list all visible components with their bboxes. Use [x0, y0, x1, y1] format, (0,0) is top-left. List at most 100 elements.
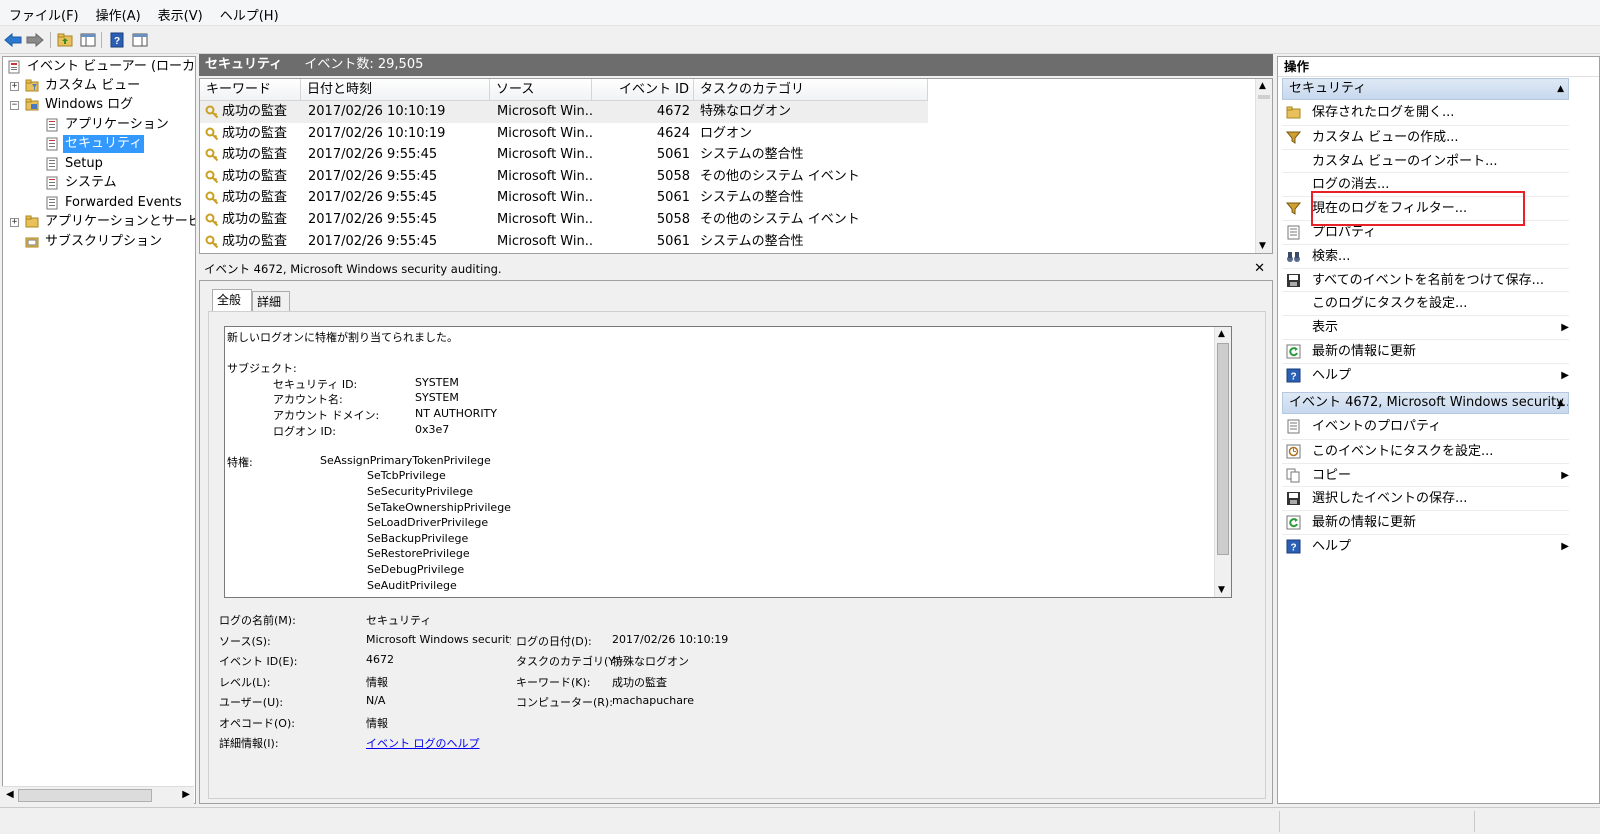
tab-general[interactable]: 全般 [212, 289, 252, 311]
scroll-down-icon[interactable]: ▼ [1259, 241, 1266, 251]
audit-success-key-icon [205, 105, 219, 119]
collapse-up-icon[interactable]: ▲ [1557, 79, 1564, 99]
column-header-keyword[interactable]: キーワード [200, 79, 301, 101]
event-list-scrollbar[interactable]: ▲ ▼ [1255, 79, 1272, 253]
show-hide-tree-button[interactable] [78, 30, 98, 50]
task-icon [1286, 444, 1301, 459]
message-scrollbar[interactable]: ▲ ▼ [1214, 327, 1231, 597]
menu-help[interactable]: ヘルプ(H) [211, 0, 287, 24]
table-row[interactable]: 成功の監査 2017/02/26 9:55:45 Microsoft Win... 5… [200, 209, 928, 231]
highlight-box [1311, 191, 1525, 226]
back-button[interactable] [3, 30, 23, 50]
action-item[interactable]: 検索... [1282, 243, 1569, 267]
message-line: セキュリティ ID: [273, 377, 358, 391]
tree-item-root[interactable]: イベント ビューアー (ローカル [5, 57, 195, 77]
scroll-right-icon[interactable]: ▶ [182, 789, 190, 800]
expand-icon[interactable]: + [10, 218, 19, 227]
cell-category: その他のシステム イベント [700, 168, 860, 184]
menu-action[interactable]: 操作(A) [87, 0, 149, 24]
help-button[interactable]: ? [107, 30, 127, 50]
action-item[interactable]: コピー ▶ [1282, 462, 1569, 486]
close-icon[interactable]: ✕ [1254, 259, 1265, 279]
table-row[interactable]: 成功の監査 2017/02/26 9:55:45 Microsoft Win... 5… [200, 144, 928, 166]
tree-item-system[interactable]: システム [5, 173, 195, 193]
tree-item-subscriptions[interactable]: サブスクリプション [5, 232, 195, 252]
tree-item-application[interactable]: アプリケーション [5, 115, 195, 135]
action-item[interactable]: このログにタスクを設定... [1282, 291, 1569, 314]
property-label: オペコード(O): [219, 716, 295, 730]
show-action-pane-button[interactable] [130, 30, 150, 50]
tree-item-forwarded-events[interactable]: Forwarded Events [5, 193, 195, 213]
log-title: セキュリティ [205, 57, 283, 72]
action-item[interactable]: イベントのプロパティ [1282, 415, 1569, 438]
action-item[interactable]: 保存されたログを開く... [1282, 101, 1569, 124]
table-row[interactable]: 成功の監査 2017/02/26 9:55:45 Microsoft Win... 5… [200, 166, 928, 188]
action-item[interactable]: ? ヘルプ ▶ [1282, 534, 1569, 557]
expand-icon[interactable]: + [10, 82, 19, 91]
submenu-arrow-icon: ▶ [1561, 541, 1569, 552]
refresh-icon [1286, 344, 1301, 359]
property-value: セキュリティ [366, 614, 432, 627]
message-line: アカウント ドメイン: [273, 409, 380, 422]
table-row[interactable]: 成功の監査 2017/02/26 10:10:19 Microsoft Win...… [200, 123, 928, 145]
action-item[interactable]: このイベントにタスクを設定... [1282, 438, 1569, 462]
property-label: 詳細情報(I): [219, 737, 279, 750]
action-item[interactable]: 選択したイベントの保存... [1282, 486, 1569, 509]
column-header-source[interactable]: ソース [490, 79, 592, 101]
action-item[interactable]: カスタム ビューのインポート... [1282, 148, 1569, 172]
table-row[interactable]: 成功の監査 2017/02/26 10:10:19 Microsoft Win...… [200, 101, 928, 123]
event-log-help-link[interactable]: イベント ログのヘルプ [366, 735, 480, 751]
tree-item-security[interactable]: セキュリティ [5, 134, 195, 154]
up-folder-button[interactable] [55, 30, 75, 50]
event-message-box[interactable]: 新しいログオンに特権が割り当てられました。 サブジェクト: セキュリティ ID: SY… [224, 326, 1232, 598]
actions-section-event[interactable]: イベント 4672, Microsoft Windows security...… [1282, 392, 1569, 414]
property-value: 情報 [366, 716, 388, 730]
action-label: コピー [1312, 467, 1352, 483]
action-item[interactable]: 表示 ▶ [1282, 315, 1569, 338]
action-item[interactable]: 最新の情報に更新 [1282, 339, 1569, 362]
property-label: レベル(L): [219, 675, 271, 689]
action-item[interactable]: ? ヘルプ ▶ [1282, 362, 1569, 386]
toolbar: ? [0, 26, 1600, 54]
refresh-icon [1286, 515, 1301, 530]
column-header-datetime[interactable]: 日付と時刻 [301, 79, 490, 101]
tree-item-apps-services[interactable]: + アプリケーションとサービ [5, 212, 195, 232]
collapse-up-icon[interactable]: ▲ [1557, 393, 1564, 413]
scroll-up-icon[interactable]: ▲ [1259, 81, 1266, 91]
scroll-left-icon[interactable]: ◀ [6, 789, 14, 800]
action-item[interactable]: すべてのイベントを名前をつけて保存... [1282, 267, 1569, 291]
property-label: キーワード(K): [516, 675, 591, 689]
subscription-icon [25, 237, 39, 248]
action-item[interactable]: 最新の情報に更新 [1282, 510, 1569, 533]
cell-datetime: 2017/02/26 9:55:45 [308, 190, 438, 206]
tree-item-setup[interactable]: Setup [5, 154, 195, 174]
forward-button[interactable] [25, 30, 45, 50]
tree-horizontal-scrollbar[interactable]: ◀ ▶ [2, 786, 194, 804]
log-icon [46, 137, 58, 151]
tree-item-windows-logs[interactable]: − Windows ログ [5, 95, 195, 115]
folder-icon [25, 215, 39, 228]
tab-details[interactable]: 詳細 [252, 291, 290, 311]
scroll-up-icon[interactable]: ▲ [1218, 329, 1225, 339]
scroll-thumb[interactable] [1258, 95, 1270, 99]
menu-view[interactable]: 表示(V) [149, 0, 211, 24]
tree-item-custom-views[interactable]: + カスタム ビュー [5, 76, 195, 96]
scroll-thumb[interactable] [18, 789, 152, 802]
actions-section-security[interactable]: セキュリティ ▲ [1282, 78, 1569, 100]
property-value: 情報 [366, 675, 388, 689]
table-row[interactable]: 成功の監査 2017/02/26 9:55:45 Microsoft Win... 5… [200, 231, 928, 253]
menu-file[interactable]: ファイル(F) [0, 0, 87, 24]
cell-id: 4672 [656, 104, 690, 119]
column-header-event-id[interactable]: イベント ID [592, 79, 694, 101]
cell-category: システムの整合性 [700, 147, 804, 163]
action-label: カスタム ビューのインポート... [1312, 153, 1498, 169]
scroll-down-icon[interactable]: ▼ [1218, 585, 1225, 595]
audit-success-key-icon [205, 148, 219, 162]
collapse-icon[interactable]: − [10, 101, 19, 110]
scroll-thumb[interactable] [1217, 343, 1229, 555]
column-header-task-category[interactable]: タスクのカテゴリ [694, 79, 928, 101]
action-item[interactable]: カスタム ビューの作成... [1282, 124, 1569, 148]
table-row[interactable]: 成功の監査 2017/02/26 9:55:45 Microsoft Win... 5… [200, 187, 928, 209]
cell-datetime: 2017/02/26 9:55:45 [308, 147, 438, 163]
action-label: カスタム ビューの作成... [1312, 129, 1459, 145]
